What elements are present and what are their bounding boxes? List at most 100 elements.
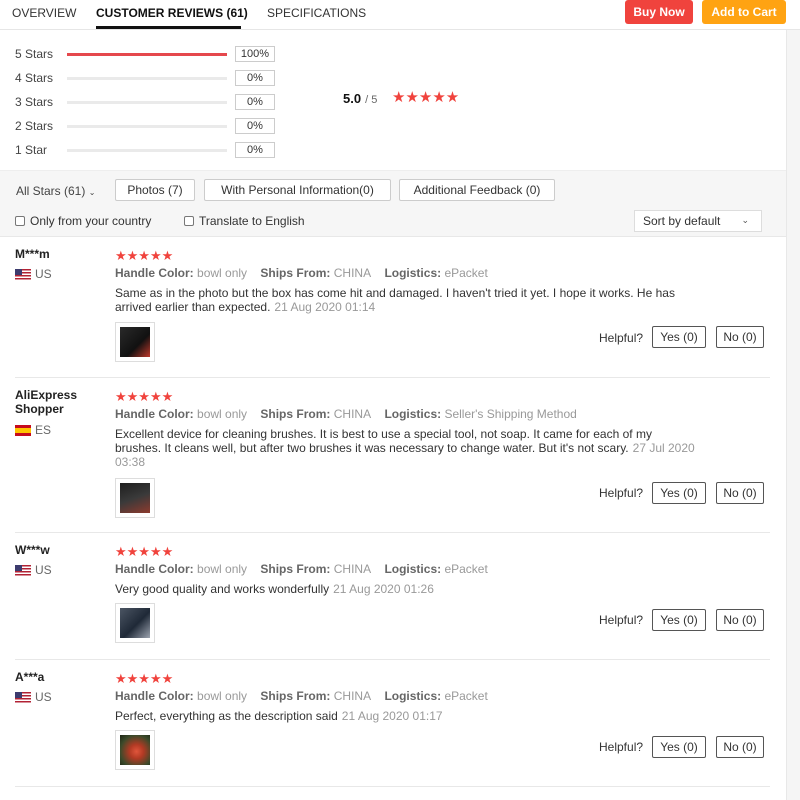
rating-row-4: 4 Stars 0% bbox=[15, 70, 285, 86]
country-code: US bbox=[35, 267, 52, 281]
review-attributes: Handle Color: bowl only Ships From: CHIN… bbox=[115, 266, 488, 280]
review-stars-icon: ★★★★★ bbox=[115, 671, 174, 686]
review-date: 21 Aug 2020 01:17 bbox=[341, 709, 443, 723]
ships-from-label: Ships From: bbox=[260, 562, 331, 576]
helpful-no-button[interactable]: No (0) bbox=[716, 736, 764, 758]
helpful-no-button[interactable]: No (0) bbox=[716, 482, 764, 504]
review-attributes: Handle Color: bowl only Ships From: CHIN… bbox=[115, 562, 488, 576]
reviewer-name: A***a bbox=[15, 670, 45, 684]
average-rating: 5.0/ 5 bbox=[343, 91, 377, 106]
review-photo-thumbnail[interactable] bbox=[115, 730, 155, 770]
review-photo-thumbnail[interactable] bbox=[115, 603, 155, 643]
handle-color-value: bowl only bbox=[197, 266, 248, 280]
rating-percent: 0% bbox=[235, 70, 275, 86]
filter-personal-info-button[interactable]: With Personal Information(0) bbox=[204, 179, 391, 201]
rating-percent: 0% bbox=[235, 142, 275, 158]
ships-from-label: Ships From: bbox=[260, 689, 331, 703]
only-country-checkbox[interactable]: Only from your country bbox=[15, 214, 151, 228]
chevron-down-icon: ⌄ bbox=[88, 188, 96, 197]
ships-from-value: CHINA bbox=[333, 407, 372, 421]
rating-bar-track bbox=[67, 125, 227, 128]
logistics-value: ePacket bbox=[444, 562, 488, 576]
add-to-cart-button[interactable]: Add to Cart bbox=[702, 0, 786, 24]
logistics-label: Logistics: bbox=[384, 689, 442, 703]
sort-dropdown-value: Sort by default bbox=[643, 214, 721, 228]
star-filter-dropdown[interactable]: All Stars (61) ⌄ bbox=[16, 184, 95, 198]
review-item: AliExpress Shopper ES ★★★★★ Handle Color… bbox=[0, 378, 786, 533]
review-date: 21 Aug 2020 01:26 bbox=[333, 582, 434, 596]
review-photo-image bbox=[120, 735, 150, 765]
ships-from-label: Ships From: bbox=[260, 407, 331, 421]
logistics-value: ePacket bbox=[444, 689, 488, 703]
rating-bar-fill bbox=[67, 53, 227, 56]
logistics-label: Logistics: bbox=[384, 266, 442, 280]
helpful-yes-button[interactable]: Yes (0) bbox=[652, 326, 706, 348]
rating-label: 1 Star bbox=[15, 143, 48, 157]
ships-from-label: Ships From: bbox=[260, 266, 331, 280]
average-rating-value: 5.0 bbox=[343, 91, 362, 106]
tab-customer-reviews[interactable]: CUSTOMER REVIEWS (61) bbox=[96, 6, 248, 20]
reviewer-country: US bbox=[15, 267, 52, 281]
rating-label: 4 Stars bbox=[15, 71, 54, 85]
tab-specifications[interactable]: SPECIFICATIONS bbox=[267, 6, 366, 20]
handle-color-value: bowl only bbox=[197, 689, 248, 703]
rating-percent: 100% bbox=[235, 46, 275, 62]
checkbox-box[interactable] bbox=[184, 216, 194, 226]
helpful-no-button[interactable]: No (0) bbox=[716, 326, 764, 348]
handle-color-value: bowl only bbox=[197, 562, 248, 576]
filter-additional-feedback-button[interactable]: Additional Feedback (0) bbox=[399, 179, 555, 201]
rating-bar-track bbox=[67, 53, 227, 56]
review-photo-image bbox=[120, 608, 150, 638]
reviewer-name: W***w bbox=[15, 543, 50, 557]
product-tab-bar: OVERVIEW CUSTOMER REVIEWS (61) SPECIFICA… bbox=[0, 0, 800, 30]
buy-now-button[interactable]: Buy Now bbox=[625, 0, 693, 24]
helpful-no-button[interactable]: No (0) bbox=[716, 609, 764, 631]
helpful-yes-button[interactable]: Yes (0) bbox=[652, 609, 706, 631]
review-photo-thumbnail[interactable] bbox=[115, 322, 155, 362]
ships-from-value: CHINA bbox=[333, 266, 372, 280]
filter-photos-button[interactable]: Photos (7) bbox=[115, 179, 195, 201]
ships-from-value: CHINA bbox=[333, 562, 372, 576]
review-stars-icon: ★★★★★ bbox=[115, 544, 174, 559]
helpful-label: Helpful? bbox=[599, 740, 644, 754]
handle-color-label: Handle Color: bbox=[115, 689, 194, 703]
review-text: Same as in the photo but the box has com… bbox=[115, 286, 695, 314]
handle-color-label: Handle Color: bbox=[115, 407, 194, 421]
page-scrollbar[interactable] bbox=[786, 30, 800, 800]
review-text: Perfect, everything as the description s… bbox=[115, 709, 695, 723]
review-body: Very good quality and works wonderfully bbox=[115, 582, 330, 596]
rating-bar-track bbox=[67, 149, 227, 152]
sort-dropdown[interactable]: Sort by default ⌄ bbox=[634, 210, 762, 232]
rating-row-3: 3 Stars 0% bbox=[15, 94, 285, 110]
star-filter-label: All Stars (61) bbox=[16, 184, 86, 198]
review-text: Very good quality and works wonderfully 2… bbox=[115, 582, 695, 596]
helpful-yes-button[interactable]: Yes (0) bbox=[652, 482, 706, 504]
helpful-label: Helpful? bbox=[599, 613, 644, 627]
checkbox-box[interactable] bbox=[15, 216, 25, 226]
us-flag-icon bbox=[15, 564, 31, 576]
chevron-down-icon: ⌄ bbox=[741, 215, 749, 225]
logistics-label: Logistics: bbox=[384, 407, 442, 421]
handle-color-label: Handle Color: bbox=[115, 266, 194, 280]
review-date: 21 Aug 2020 01:14 bbox=[274, 300, 376, 314]
country-code: US bbox=[35, 690, 52, 704]
rating-summary: 5 Stars 100% 4 Stars 0% 3 Stars 0% 2 Sta… bbox=[0, 30, 786, 170]
handle-color-value: bowl only bbox=[197, 407, 248, 421]
review-photo-thumbnail[interactable] bbox=[115, 478, 155, 518]
review-stars-icon: ★★★★★ bbox=[115, 248, 174, 263]
rating-label: 5 Stars bbox=[15, 47, 54, 61]
country-code: US bbox=[35, 563, 52, 577]
review-body: Excellent device for cleaning brushes. I… bbox=[115, 427, 652, 455]
ships-from-value: CHINA bbox=[333, 689, 372, 703]
translate-label: Translate to English bbox=[199, 214, 305, 228]
helpful-label: Helpful? bbox=[599, 486, 644, 500]
helpful-yes-button[interactable]: Yes (0) bbox=[652, 736, 706, 758]
review-attributes: Handle Color: bowl only Ships From: CHIN… bbox=[115, 689, 488, 703]
review-photo-image bbox=[120, 483, 150, 513]
average-rating-max: / 5 bbox=[365, 94, 378, 106]
rating-row-1: 1 Star 0% bbox=[15, 142, 285, 158]
rating-row-2: 2 Stars 0% bbox=[15, 118, 285, 134]
tab-overview[interactable]: OVERVIEW bbox=[12, 6, 76, 20]
logistics-value: Seller's Shipping Method bbox=[444, 407, 577, 421]
translate-checkbox[interactable]: Translate to English bbox=[184, 214, 305, 228]
